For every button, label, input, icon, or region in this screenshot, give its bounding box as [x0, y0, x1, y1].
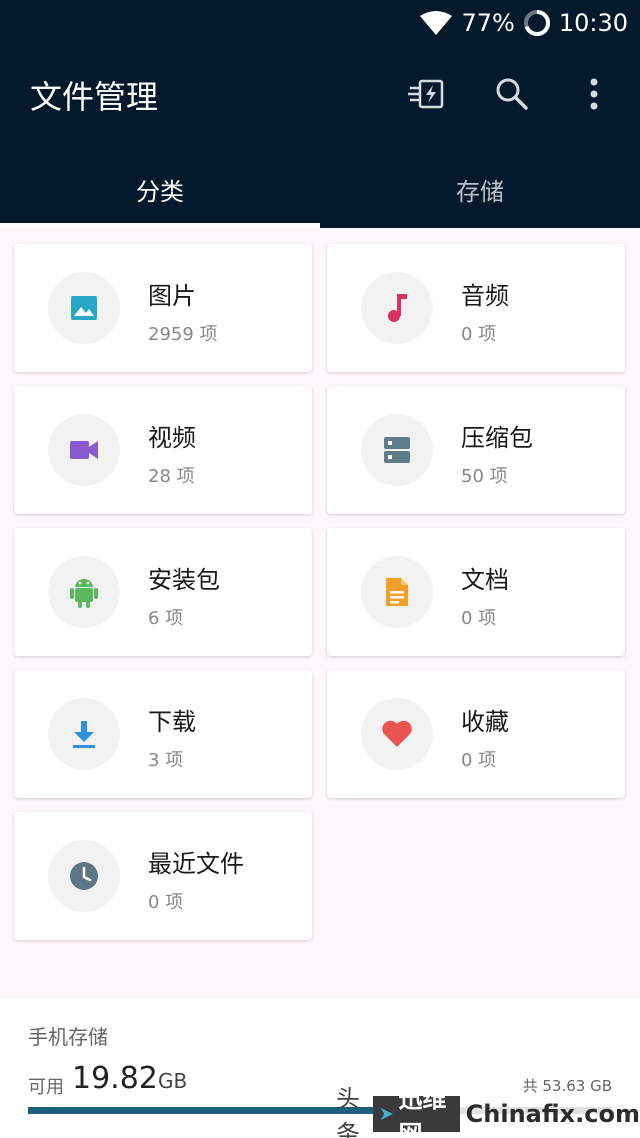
category-count: 0 项 [148, 892, 184, 913]
search-button[interactable] [490, 72, 534, 116]
category-count: 28 项 [148, 466, 195, 487]
clock-icon [70, 862, 98, 890]
archive-icon [384, 437, 410, 463]
category-title: 压缩包 [461, 424, 533, 452]
status-bar: 77% 10:30 [419, 6, 628, 40]
watermark-brand: 迅维网 [398, 1085, 447, 1138]
category-icon-circle [48, 414, 120, 486]
search-icon [496, 78, 528, 110]
category-icon-circle [48, 698, 120, 770]
category-card-recent[interactable]: 最近文件 0 项 [14, 812, 312, 940]
category-icon-circle [361, 556, 433, 628]
category-count: 0 项 [461, 324, 497, 345]
category-card-downloads[interactable]: 下载 3 项 [14, 670, 312, 798]
flash-transfer-icon [408, 79, 444, 109]
category-card-apks[interactable]: 安装包 6 项 [14, 528, 312, 656]
category-title: 收藏 [461, 708, 509, 736]
category-title: 视频 [148, 424, 196, 452]
category-card-favorites[interactable]: 收藏 0 项 [327, 670, 625, 798]
clock-time: 10:30 [558, 9, 628, 37]
category-count: 50 项 [461, 466, 508, 487]
tab-bar: 分类 存储 [0, 150, 640, 228]
category-title: 图片 [148, 282, 196, 310]
category-title: 音频 [461, 282, 509, 310]
app-bar: 文件管理 [0, 58, 640, 128]
category-title: 下载 [148, 708, 196, 736]
document-icon [386, 578, 408, 606]
category-count: 6 项 [148, 608, 184, 629]
category-count: 2959 项 [148, 324, 218, 345]
storage-title: 手机存储 [28, 1025, 108, 1049]
category-icon-circle [361, 272, 433, 344]
download-icon [73, 721, 95, 748]
category-icon-circle [48, 840, 120, 912]
flash-transfer-button[interactable] [404, 72, 448, 116]
image-icon [71, 296, 97, 320]
watermark: 头条 迅维网 Chinafix.com [336, 1085, 640, 1138]
heart-icon [382, 720, 412, 747]
category-card-videos[interactable]: 视频 28 项 [14, 386, 312, 514]
category-card-images[interactable]: 图片 2959 项 [14, 244, 312, 372]
more-vert-icon [590, 78, 598, 110]
top-app-header: 77% 10:30 文件管理 分类 存储 [0, 0, 640, 228]
category-card-archives[interactable]: 压缩包 50 项 [327, 386, 625, 514]
video-camera-icon [70, 441, 98, 459]
wifi-icon [419, 10, 453, 36]
category-icon-circle [361, 414, 433, 486]
category-count: 0 项 [461, 750, 497, 771]
category-card-documents[interactable]: 文档 0 项 [327, 528, 625, 656]
category-icon-circle [48, 272, 120, 344]
category-title: 文档 [461, 566, 509, 594]
more-options-button[interactable] [572, 72, 616, 116]
tab-categories[interactable]: 分类 [0, 150, 320, 228]
category-count: 0 项 [461, 608, 497, 629]
android-icon [70, 579, 98, 608]
category-count: 3 项 [148, 750, 184, 771]
category-title: 安装包 [148, 566, 220, 594]
category-card-audio[interactable]: 音频 0 项 [327, 244, 625, 372]
watermark-site: Chinafix.com [465, 1100, 640, 1128]
available-value: 19.82 [72, 1061, 158, 1096]
available-unit: GB [158, 1069, 188, 1093]
available-label: 可用 [28, 1077, 64, 1098]
music-note-icon [388, 294, 407, 322]
category-icon-circle [361, 698, 433, 770]
battery-ring-icon [523, 9, 551, 37]
total-capacity: 共 53.63 GB [522, 1077, 612, 1095]
battery-percent: 77% [461, 9, 515, 37]
watermark-logo-icon [380, 1107, 393, 1121]
category-icon-circle [48, 556, 120, 628]
watermark-prefix: 头条 [336, 1085, 360, 1138]
watermark-brand-box: 迅维网 [373, 1085, 460, 1138]
tab-storage[interactable]: 存储 [320, 150, 640, 228]
page-title: 文件管理 [30, 78, 159, 116]
category-title: 最近文件 [148, 850, 244, 878]
